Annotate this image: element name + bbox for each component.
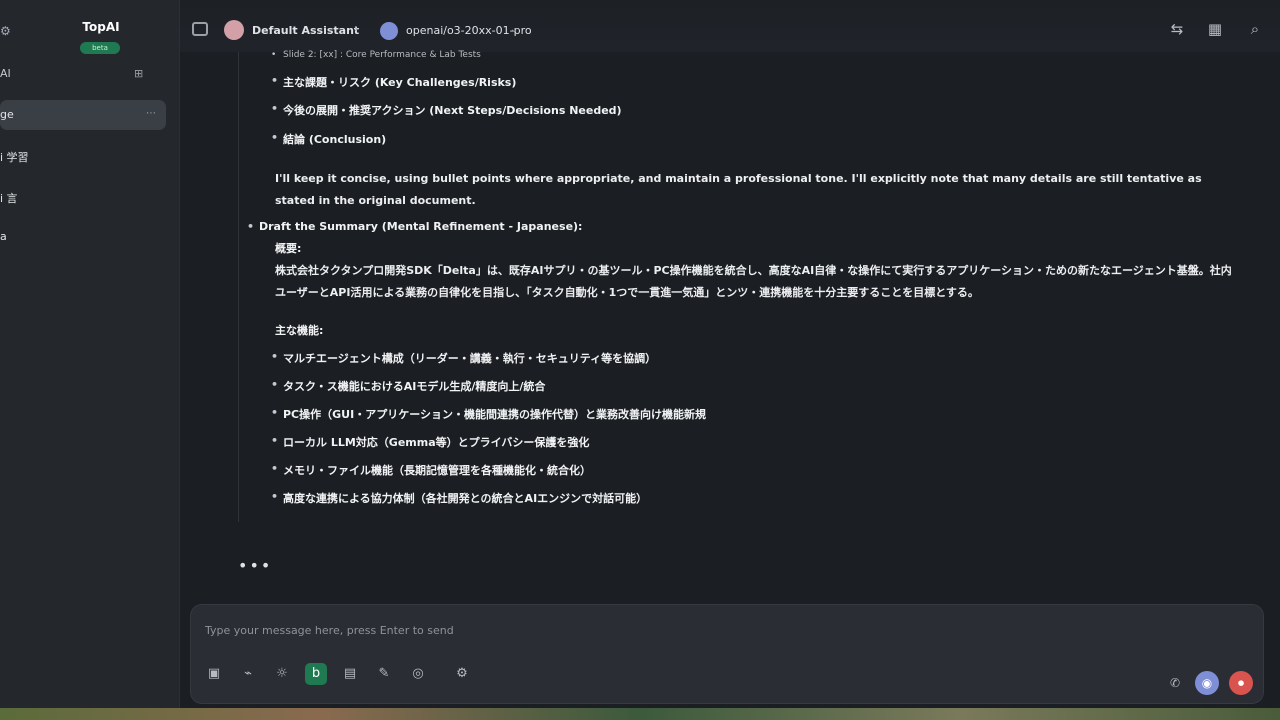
- list-item: 高度な連携による協力体制（各社開発との統合とAIエンジンで対話可能）: [271, 490, 647, 510]
- model-icon: [380, 22, 398, 40]
- overview-paragraph: 株式会社タクタンプロ開発SDK「Delta」は、既存AIサプリ・の基ツール・PC…: [275, 264, 1232, 299]
- sidebar-item-label: a: [0, 230, 7, 243]
- sidebar-item[interactable]: i 学習: [0, 141, 166, 171]
- sidebar-item-label: i 言: [0, 192, 18, 205]
- sidebar-item-label: ge: [0, 108, 14, 121]
- mcp-icon[interactable]: ◎: [407, 663, 429, 685]
- composer: ▣ ⌁ ☼ b ▤ ✎ ◎ ⚙ ✆ ◉ ⏺: [190, 604, 1264, 704]
- layout-icon[interactable]: ▦: [1204, 18, 1226, 40]
- section-label: AI: [0, 67, 11, 80]
- sidebar-header: ⚙ TopAI beta: [0, 12, 179, 60]
- image-icon[interactable]: ▣: [203, 663, 225, 685]
- phone-icon[interactable]: ✆: [1163, 671, 1187, 695]
- lightbulb-icon[interactable]: ☼: [271, 663, 293, 685]
- overview-label: 概要:: [275, 242, 302, 255]
- web-search-icon[interactable]: b: [305, 663, 327, 685]
- list-item: 結論 (Conclusion): [271, 131, 386, 151]
- sidebar: ⚙ TopAI beta AI ⊞ ge ⋯ i 学習 i 言 a: [0, 0, 180, 708]
- app-logo: TopAI: [82, 20, 120, 34]
- sidebar-section-header: AI ⊞: [0, 64, 160, 84]
- swap-icon[interactable]: ⇆: [1166, 18, 1188, 40]
- new-chat-icon[interactable]: ⊞: [134, 67, 143, 80]
- sidebar-item[interactable]: a: [0, 222, 166, 252]
- chevron-right-icon: ›: [354, 24, 358, 35]
- taskbar-strip: [0, 708, 1280, 720]
- brand-badge: beta: [80, 42, 120, 54]
- sidebar-item[interactable]: i 言: [0, 182, 166, 212]
- settings-icon[interactable]: ⚙: [451, 663, 473, 685]
- list-item: タスク・ス機能におけるAIモデル生成/精度向上/統合: [271, 378, 545, 398]
- list-item: ローカル LLM対応（Gemma等）とプライバシー保護を強化: [271, 434, 589, 454]
- assistant-avatar[interactable]: [224, 20, 244, 40]
- more-icon[interactable]: ⋯: [146, 108, 156, 119]
- sidebar-item-label: i 学習: [0, 151, 29, 164]
- sidebar-item-active[interactable]: ge ⋯: [0, 100, 166, 130]
- typing-indicator: •••: [238, 556, 273, 575]
- message-input[interactable]: [205, 619, 1245, 641]
- features-label: 主な機能:: [275, 324, 324, 337]
- list-item: Slide 2: [xx] : Core Performance & Lab T…: [271, 50, 481, 70]
- file-icon[interactable]: ▤: [339, 663, 361, 685]
- list-item: PC操作（GUI・アプリケーション・機能間連携の操作代替）と業務改善向け機能新規: [271, 406, 706, 426]
- send-icon[interactable]: ⏺: [1229, 671, 1253, 695]
- assistant-icon[interactable]: ◉: [1195, 671, 1219, 695]
- chevron-down-icon[interactable]: ⌄: [510, 24, 518, 35]
- list-item: マルチエージェント構成（リーダー・講義・執行・セキュリティ等を協調）: [271, 350, 656, 370]
- list-item: メモリ・ファイル機能（長期記憶管理を各種機能化・統合化）: [271, 462, 591, 482]
- tools-icon[interactable]: ✎: [373, 663, 395, 685]
- assistant-name[interactable]: Default Assistant: [252, 24, 359, 37]
- top-bar: Default Assistant › openai/o3-20xx-01-pr…: [180, 0, 1280, 52]
- search-icon[interactable]: ⌕: [1244, 18, 1266, 40]
- attach-icon[interactable]: ⌁: [237, 663, 259, 685]
- settings-icon[interactable]: ⚙: [0, 24, 11, 38]
- step-title: Draft the Summary (Mental Refinement - J…: [247, 220, 582, 233]
- list-item: 主な課題・リスク (Key Challenges/Risks): [271, 74, 516, 94]
- assistant-message: Slide 2: [xx] : Core Performance & Lab T…: [238, 50, 1258, 522]
- toggle-sidebar-icon[interactable]: [192, 22, 208, 36]
- list-item: 今後の展開・推奨アクション (Next Steps/Decisions Need…: [271, 102, 622, 122]
- plan-paragraph: I'll keep it concise, using bullet point…: [275, 172, 1202, 207]
